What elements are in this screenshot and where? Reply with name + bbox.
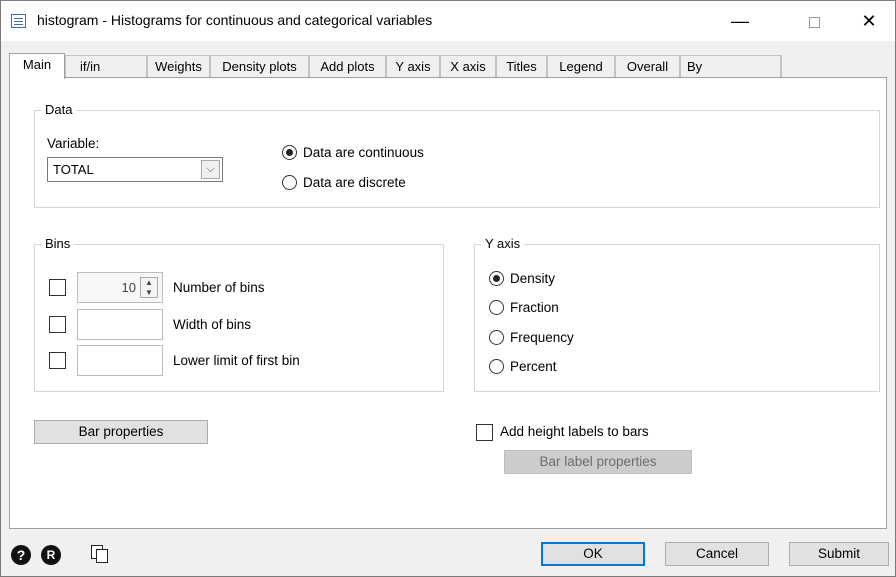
radio-unselected-icon [489, 300, 504, 315]
radio-percent[interactable]: Percent [489, 359, 557, 374]
tab-strip: Main if/in Weights Density plots Add plo… [9, 53, 885, 79]
window-title: histogram - Histograms for continuous an… [37, 12, 433, 28]
copy-command-icon[interactable] [91, 545, 109, 563]
radio-fraction[interactable]: Fraction [489, 300, 559, 315]
radio-unselected-icon [282, 175, 297, 190]
number-of-bins-checkbox[interactable] [49, 279, 66, 296]
radio-data-continuous-label: Data are continuous [303, 145, 424, 160]
width-of-bins-label: Width of bins [173, 317, 252, 332]
width-of-bins-checkbox[interactable] [49, 316, 66, 333]
height-labels-label: Add height labels to bars [500, 424, 649, 439]
tab-main[interactable]: Main [9, 53, 65, 79]
ok-button[interactable]: OK [541, 542, 645, 566]
radio-frequency-label: Frequency [510, 330, 574, 345]
lower-limit-checkbox[interactable] [49, 352, 66, 369]
radio-density[interactable]: Density [489, 271, 555, 286]
data-group-legend: Data [41, 102, 77, 117]
minimize-button[interactable]: — [717, 7, 763, 35]
maximize-icon [808, 16, 820, 28]
lower-limit-input[interactable] [77, 345, 163, 376]
radio-selected-icon [489, 271, 504, 286]
width-of-bins-input[interactable] [77, 309, 163, 340]
number-of-bins-spinner[interactable]: 10 ▲ ▼ [77, 272, 163, 303]
variable-label: Variable: [47, 136, 100, 151]
dialog-window: histogram - Histograms for continuous an… [0, 0, 896, 577]
y-axis-group-legend: Y axis [481, 236, 525, 251]
radio-percent-label: Percent [510, 359, 557, 374]
tab-y-axis[interactable]: Y axis [386, 55, 440, 78]
maximize-button[interactable] [791, 7, 837, 35]
radio-frequency[interactable]: Frequency [489, 330, 574, 345]
radio-data-discrete[interactable]: Data are discrete [282, 175, 406, 190]
number-of-bins-label: Number of bins [173, 280, 265, 295]
height-labels-checkbox[interactable] [476, 424, 493, 441]
title-bar: histogram - Histograms for continuous an… [1, 1, 895, 41]
spinner-arrows-icon[interactable]: ▲ ▼ [140, 277, 158, 298]
cancel-button[interactable]: Cancel [665, 542, 769, 566]
close-button[interactable]: ✕ [846, 7, 892, 35]
radio-selected-icon [282, 145, 297, 160]
tab-x-axis[interactable]: X axis [440, 55, 496, 78]
footer-bar: ? R OK Cancel Submit [1, 537, 895, 575]
bins-group-legend: Bins [41, 236, 75, 251]
tab-legend[interactable]: Legend [547, 55, 615, 78]
variable-value: TOTAL [53, 162, 94, 177]
main-panel: Data Variable: TOTAL ⌵ Data are continuo… [9, 77, 887, 529]
tab-if-in[interactable]: if/in [65, 55, 147, 78]
y-axis-group: Y axis Density Fraction Frequency Percen… [474, 236, 880, 392]
number-of-bins-value: 10 [121, 280, 136, 295]
data-group: Data Variable: TOTAL ⌵ Data are continuo… [34, 102, 880, 208]
chevron-down-icon[interactable]: ⌵ [201, 160, 220, 179]
tab-titles[interactable]: Titles [496, 55, 547, 78]
tab-weights[interactable]: Weights [147, 55, 210, 78]
radio-unselected-icon [489, 330, 504, 345]
bar-label-properties-button[interactable]: Bar label properties [504, 450, 692, 474]
bins-group: Bins 10 ▲ ▼ Number of bins Width of bins … [34, 236, 444, 392]
tab-density-plots[interactable]: Density plots [210, 55, 309, 78]
submit-button[interactable]: Submit [789, 542, 889, 566]
reset-icon[interactable]: R [41, 545, 61, 565]
variable-combo[interactable]: TOTAL ⌵ [47, 157, 223, 182]
tab-strip-end [781, 55, 795, 78]
radio-data-discrete-label: Data are discrete [303, 175, 406, 190]
tab-overall[interactable]: Overall [615, 55, 680, 78]
tab-by[interactable]: By [680, 55, 781, 78]
help-icon[interactable]: ? [11, 545, 31, 565]
lower-limit-label: Lower limit of first bin [173, 353, 300, 368]
bar-properties-button[interactable]: Bar properties [34, 420, 208, 444]
radio-unselected-icon [489, 359, 504, 374]
radio-data-continuous[interactable]: Data are continuous [282, 145, 424, 160]
radio-fraction-label: Fraction [510, 300, 559, 315]
app-icon [11, 14, 26, 28]
tab-add-plots[interactable]: Add plots [309, 55, 386, 78]
radio-density-label: Density [510, 271, 556, 286]
